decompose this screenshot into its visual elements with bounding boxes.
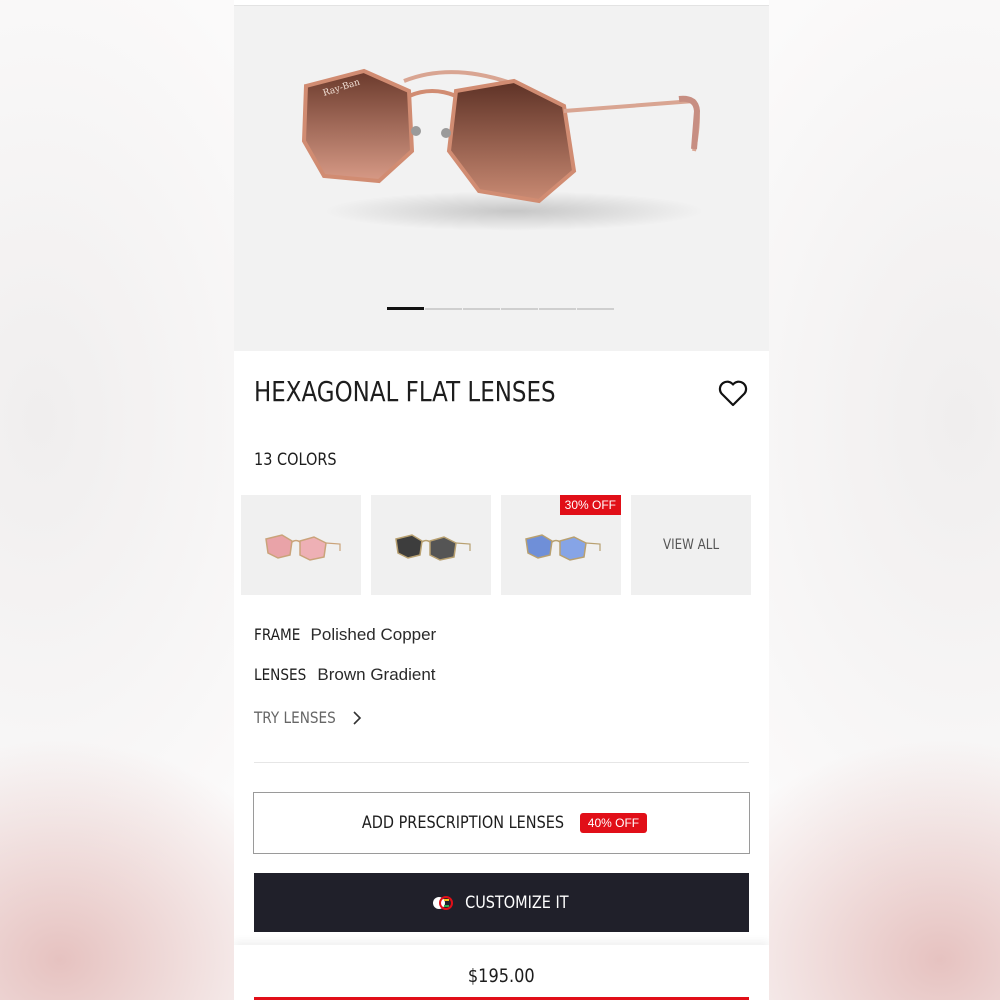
prescription-discount-badge: 40% OFF <box>579 813 648 833</box>
divider <box>254 762 749 763</box>
try-lenses-label: TRY LENSES <box>254 708 336 727</box>
carousel-dot-active[interactable] <box>387 307 424 310</box>
grey-lens-sunglasses-thumbnail <box>395 534 471 561</box>
view-all-colors-button[interactable]: VIEW ALL <box>631 495 751 595</box>
colors-count: 13 COLORS <box>254 450 337 470</box>
carousel-dot[interactable] <box>425 308 462 310</box>
swatch-pink-lens[interactable] <box>241 495 361 595</box>
carousel-dot[interactable] <box>463 308 500 310</box>
sticky-purchase-bar: $195.00 <box>234 945 769 1000</box>
frame-spec: FRAME Polished Copper <box>254 625 436 645</box>
swatch-blue-lens[interactable]: 30% OFF <box>501 495 621 595</box>
product-image-carousel[interactable]: Ray-Ban <box>234 5 769 351</box>
swatch-grey-lens[interactable] <box>371 495 491 595</box>
lenses-spec: LENSES Brown Gradient <box>254 665 436 685</box>
customize-label: CUSTOMIZE IT <box>464 892 569 913</box>
discount-badge: 30% OFF <box>559 495 621 515</box>
pink-lens-sunglasses-thumbnail <box>265 534 341 561</box>
lenses-label: LENSES <box>254 665 307 684</box>
carousel-dot[interactable] <box>539 308 576 310</box>
price-value: $195.00 <box>468 965 535 987</box>
product-page: Ray-Ban HEXAGONAL FLAT LENSES 13 COLORS <box>234 0 769 1000</box>
view-all-label: VIEW ALL <box>662 537 720 553</box>
customize-it-button[interactable]: CUSTOMIZE IT <box>254 873 749 932</box>
frame-label: FRAME <box>254 625 301 644</box>
add-prescription-lenses-button[interactable]: ADD PRESCRIPTION LENSES 40% OFF <box>253 792 750 854</box>
add-prescription-label: ADD PRESCRIPTION LENSES <box>361 813 564 833</box>
chevron-right-icon <box>353 710 362 725</box>
try-lenses-link[interactable]: TRY LENSES <box>254 708 364 727</box>
carousel-dot[interactable] <box>501 308 538 310</box>
carousel-dot[interactable] <box>577 308 614 310</box>
color-swatches: 30% OFF VIEW ALL <box>241 495 751 595</box>
heart-icon[interactable] <box>717 377 749 409</box>
price: $195.00 <box>234 965 769 987</box>
customize-logo-icon <box>432 895 453 910</box>
sunglasses-image: Ray-Ban <box>301 68 704 231</box>
lenses-value: Brown Gradient <box>317 665 436 684</box>
carousel-indicators[interactable] <box>387 307 614 310</box>
blue-lens-sunglasses-thumbnail <box>525 534 601 561</box>
frame-value: Polished Copper <box>310 625 437 644</box>
product-title: HEXAGONAL FLAT LENSES <box>254 375 556 408</box>
